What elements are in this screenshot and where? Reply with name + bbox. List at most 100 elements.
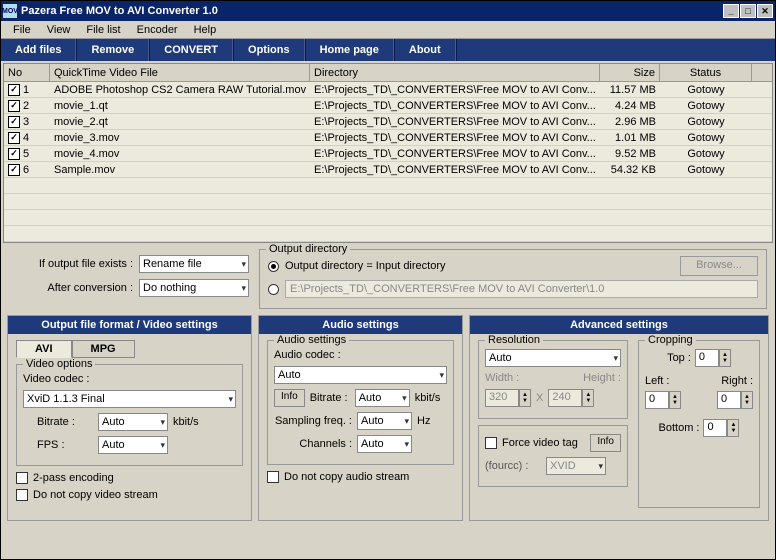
row-num: 6 <box>23 164 29 176</box>
fourcc-select[interactable]: XVID <box>546 457 606 475</box>
menu-help[interactable]: Help <box>186 22 225 38</box>
row-num: 1 <box>23 84 29 96</box>
row-size: 9.52 MB <box>600 146 660 161</box>
col-status[interactable]: Status <box>660 64 752 81</box>
width-input[interactable]: 320 <box>485 389 519 407</box>
browse-button[interactable]: Browse... <box>680 256 758 276</box>
height-input[interactable]: 240 <box>548 389 582 407</box>
row-dir: E:\Projects_TD\_CONVERTERS\Free MOV to A… <box>310 162 600 177</box>
output-dir-group: Output directory Output directory = Inpu… <box>259 249 767 309</box>
output-path-input[interactable]: E:\Projects_TD\_CONVERTERS\Free MOV to A… <box>285 280 758 298</box>
row-status: Gotowy <box>660 82 752 97</box>
homepage-button[interactable]: Home page <box>305 39 394 61</box>
table-row[interactable]: ✓6Sample.movE:\Projects_TD\_CONVERTERS\F… <box>4 162 772 178</box>
if-exists-select[interactable]: Rename file <box>139 255 249 273</box>
novideo-checkbox[interactable] <box>16 489 28 501</box>
crop-left-spinner[interactable]: ▲▼ <box>669 391 681 409</box>
row-checkbox[interactable]: ✓ <box>8 132 20 144</box>
col-size[interactable]: Size <box>600 64 660 81</box>
channels-label: Channels : <box>274 438 352 450</box>
row-dir: E:\Projects_TD\_CONVERTERS\Free MOV to A… <box>310 114 600 129</box>
row-status: Gotowy <box>660 114 752 129</box>
convert-button[interactable]: CONVERT <box>149 39 233 61</box>
panel-video-title: Output file format / Video settings <box>8 316 251 334</box>
width-label: Width : <box>485 372 519 384</box>
menu-file[interactable]: File <box>5 22 39 38</box>
abitrate-select[interactable]: Auto <box>355 389 410 407</box>
fourcc-label: (fourcc) : <box>485 460 541 472</box>
table-row[interactable]: ✓4movie_3.movE:\Projects_TD\_CONVERTERS\… <box>4 130 772 146</box>
minimize-button[interactable]: _ <box>723 4 739 18</box>
table-row-empty <box>4 178 772 194</box>
twopass-checkbox[interactable] <box>16 472 28 484</box>
crop-right-input[interactable]: 0 <box>717 391 741 409</box>
fps-label: FPS : <box>37 439 93 451</box>
table-row-empty <box>4 194 772 210</box>
noaudio-checkbox[interactable] <box>267 471 279 483</box>
acodec-select[interactable]: Auto <box>274 366 447 384</box>
add-files-button[interactable]: Add files <box>1 39 76 61</box>
row-file: movie_1.qt <box>50 98 310 113</box>
col-dir[interactable]: Directory <box>310 64 600 81</box>
radio-same-dir-label: Output directory = Input directory <box>285 260 446 272</box>
close-button[interactable]: ✕ <box>757 4 773 18</box>
table-row[interactable]: ✓1ADOBE Photoshop CS2 Camera RAW Tutoria… <box>4 82 772 98</box>
resolution-legend: Resolution <box>485 334 543 346</box>
crop-bottom-input[interactable]: 0 <box>703 419 727 437</box>
row-status: Gotowy <box>660 146 752 161</box>
row-num: 5 <box>23 148 29 160</box>
row-checkbox[interactable]: ✓ <box>8 148 20 160</box>
table-row-empty <box>4 210 772 226</box>
remove-button[interactable]: Remove <box>76 39 149 61</box>
vbitrate-label: Bitrate : <box>37 416 93 428</box>
row-dir: E:\Projects_TD\_CONVERTERS\Free MOV to A… <box>310 98 600 113</box>
row-size: 4.24 MB <box>600 98 660 113</box>
resolution-select[interactable]: Auto <box>485 349 621 367</box>
force-tag-checkbox[interactable] <box>485 437 497 449</box>
app-icon: MOV <box>3 4 17 18</box>
row-dir: E:\Projects_TD\_CONVERTERS\Free MOV to A… <box>310 130 600 145</box>
after-conv-select[interactable]: Do nothing <box>139 279 249 297</box>
channels-select[interactable]: Auto <box>357 435 412 453</box>
row-status: Gotowy <box>660 98 752 113</box>
window-title: Pazera Free MOV to AVI Converter 1.0 <box>21 5 723 17</box>
tab-avi[interactable]: AVI <box>16 340 72 358</box>
audio-info-button[interactable]: Info <box>274 389 305 407</box>
tab-mpg[interactable]: MPG <box>72 340 135 358</box>
row-file: movie_4.mov <box>50 146 310 161</box>
video-options-legend: Video options <box>23 358 95 370</box>
maximize-button[interactable]: □ <box>740 4 756 18</box>
height-spinner[interactable]: ▲▼ <box>582 389 594 407</box>
crop-bottom-spinner[interactable]: ▲▼ <box>727 419 739 437</box>
options-button[interactable]: Options <box>233 39 305 61</box>
row-checkbox[interactable]: ✓ <box>8 164 20 176</box>
menu-view[interactable]: View <box>39 22 79 38</box>
row-checkbox[interactable]: ✓ <box>8 116 20 128</box>
menu-encoder[interactable]: Encoder <box>129 22 186 38</box>
row-dir: E:\Projects_TD\_CONVERTERS\Free MOV to A… <box>310 82 600 97</box>
col-file[interactable]: QuickTime Video File <box>50 64 310 81</box>
abitrate-label: Bitrate : <box>310 392 350 404</box>
menu-filelist[interactable]: File list <box>78 22 128 38</box>
row-checkbox[interactable]: ✓ <box>8 84 20 96</box>
samp-select[interactable]: Auto <box>357 412 412 430</box>
noaudio-label: Do not copy audio stream <box>284 471 409 483</box>
radio-same-dir[interactable] <box>268 261 279 272</box>
crop-right-spinner[interactable]: ▲▼ <box>741 391 753 409</box>
fps-select[interactable]: Auto <box>98 436 168 454</box>
x-label: X <box>536 392 543 404</box>
table-row[interactable]: ✓5movie_4.movE:\Projects_TD\_CONVERTERS\… <box>4 146 772 162</box>
width-spinner[interactable]: ▲▼ <box>519 389 531 407</box>
fourcc-info-button[interactable]: Info <box>590 434 621 452</box>
row-checkbox[interactable]: ✓ <box>8 100 20 112</box>
about-button[interactable]: About <box>394 39 456 61</box>
crop-left-input[interactable]: 0 <box>645 391 669 409</box>
crop-top-spinner[interactable]: ▲▼ <box>719 349 731 367</box>
table-row[interactable]: ✓3movie_2.qtE:\Projects_TD\_CONVERTERS\F… <box>4 114 772 130</box>
vbitrate-select[interactable]: Auto <box>98 413 168 431</box>
col-no[interactable]: No <box>4 64 50 81</box>
radio-custom-dir[interactable] <box>268 284 279 295</box>
crop-top-input[interactable]: 0 <box>695 349 719 367</box>
table-row[interactable]: ✓2movie_1.qtE:\Projects_TD\_CONVERTERS\F… <box>4 98 772 114</box>
vcodec-select[interactable]: XviD 1.1.3 Final <box>23 390 236 408</box>
